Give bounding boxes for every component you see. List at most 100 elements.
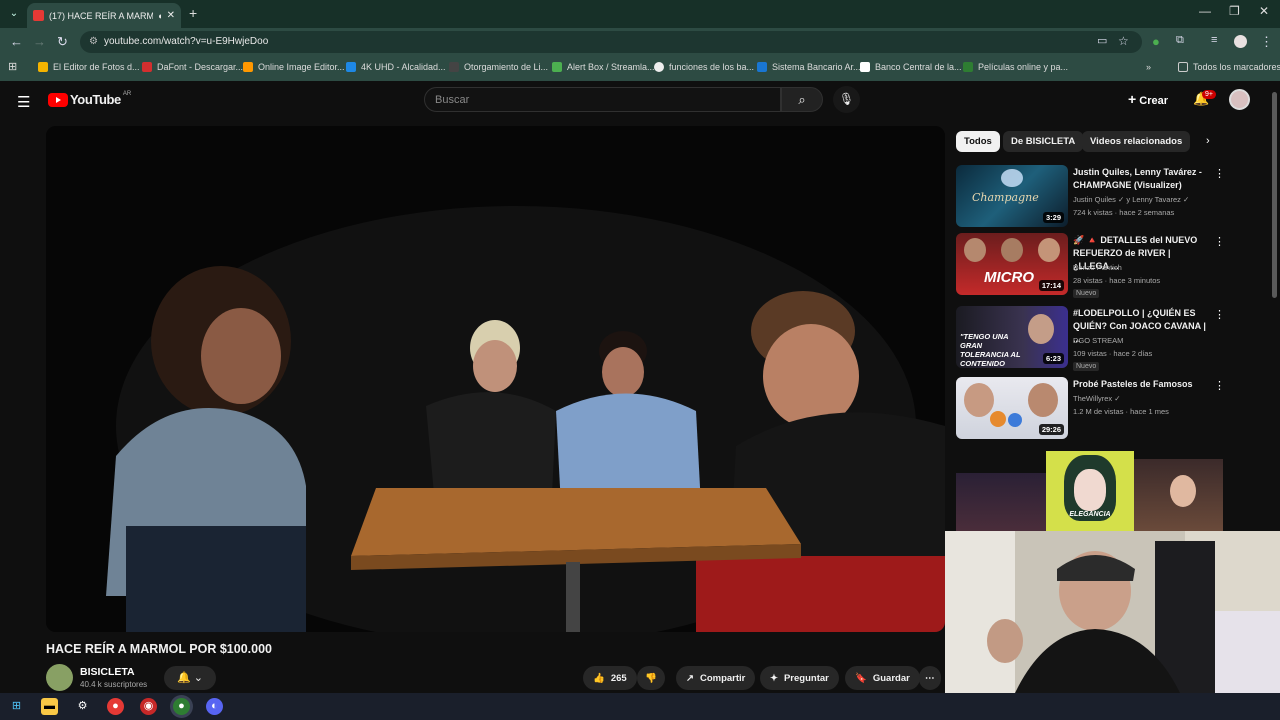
kebab-menu-icon[interactable]: ⋮ [1214, 379, 1225, 392]
tab-search-icon[interactable]: ⌄ [6, 6, 22, 22]
apps-grid-icon[interactable]: ⊞ [8, 60, 17, 73]
account-avatar[interactable] [1229, 89, 1250, 110]
create-button[interactable]: + Crear [1128, 91, 1168, 107]
settings-icon[interactable]: ⚙ [74, 698, 91, 715]
youtube-logo[interactable]: YouTube AR [48, 91, 131, 107]
thumbnail-art [1001, 238, 1023, 262]
bookmark-favicon-icon [38, 62, 48, 72]
thumbnail-art [1028, 383, 1058, 417]
minimize-icon[interactable]: — [1199, 4, 1211, 18]
bookmark-item[interactable]: Online Image Editor... [243, 62, 345, 72]
subscription-bell-button[interactable]: 🔔 ⌄ [164, 666, 216, 690]
youtube-favicon-icon [33, 10, 44, 21]
search-input[interactable]: Buscar [424, 87, 781, 112]
file-explorer-icon[interactable]: ▬ [41, 698, 58, 715]
recommendation-channel[interactable]: TheWillyrex ✓ [1073, 394, 1121, 403]
scrollbar[interactable] [1272, 92, 1277, 298]
notification-badge: 9+ [1202, 90, 1216, 99]
extension-shield-icon[interactable]: ● [1152, 34, 1160, 49]
kebab-menu-icon[interactable]: ⋮ [1214, 167, 1225, 180]
bookmark-favicon-icon [449, 62, 459, 72]
all-bookmarks-folder[interactable]: Todos los marcadores [1178, 62, 1280, 72]
more-bookmarks-icon[interactable]: » [1146, 62, 1151, 72]
bookmark-item[interactable]: 4K UHD - Alcalidad... [346, 62, 446, 72]
browser-menu-icon[interactable]: ⋮ [1260, 34, 1273, 50]
recommendation-item[interactable]: MICRO 17:14 🚀 🔺 DETALLES del NUEVO REFUE… [956, 233, 1226, 299]
kebab-menu-icon[interactable]: ⋮ [1214, 235, 1225, 248]
thumbnail-text: Champagne [972, 191, 1039, 204]
speaker-icon[interactable]: ◖ [157, 11, 162, 21]
recommendation-title[interactable]: Probé Pasteles de Famosos [1073, 378, 1208, 391]
recommendation-meta: 28 vistas · hace 3 minutos [1073, 276, 1161, 285]
recommendation-item[interactable]: 29:26 Probé Pasteles de Famosos TheWilly… [956, 377, 1226, 443]
back-icon[interactable]: ← [10, 34, 23, 49]
bookmark-item[interactable]: funciones de los ba... [654, 62, 754, 72]
recommendation-channel[interactable]: Renzo Pantich [1073, 263, 1122, 272]
recommendation-title[interactable]: Justin Quiles, Lenny Tavárez - CHAMPAGNE… [1073, 166, 1208, 192]
bookmark-item[interactable]: DaFont - Descargar... [142, 62, 243, 72]
stream-overlay: ELEGANCIA [956, 451, 1223, 531]
video-duration: 17:14 [1038, 280, 1064, 291]
bookmark-star-icon[interactable]: ☆ [1118, 34, 1129, 48]
webcam-overlay [945, 531, 1280, 693]
channel-avatar[interactable] [46, 664, 73, 691]
chrome-icon[interactable]: ● [107, 698, 124, 715]
video-thumbnail[interactable]: MICRO 17:14 [956, 233, 1068, 295]
share-button[interactable]: ↗ Compartir [676, 666, 756, 690]
chip-todos[interactable]: Todos [956, 131, 1000, 152]
bookmark-item[interactable]: Sistema Bancario Ar... [757, 62, 861, 72]
dislike-button[interactable]: 👎 [637, 666, 665, 690]
address-bar[interactable]: ⚙ youtube.com/watch?v=u-E9HwjeDoo [80, 31, 1142, 53]
media-control-icon[interactable]: ≡ [1211, 34, 1217, 46]
thumbnail-art [964, 383, 994, 417]
recommendation-channel[interactable]: Justin Quiles ✓ y Lenny Tavarez ✓ [1073, 195, 1189, 204]
more-actions-button[interactable]: ⋯ [919, 666, 941, 690]
reload-icon[interactable]: ↻ [57, 34, 68, 50]
recommendation-meta: 109 vistas · hace 2 días [1073, 349, 1153, 358]
search-icon[interactable]: ⌕ [781, 87, 823, 112]
bookmark-item[interactable]: Banco Central de la... [860, 62, 962, 72]
recommendation-item[interactable]: Champagne 3:29 Justin Quiles, Lenny Tavá… [956, 165, 1226, 231]
chevron-right-icon[interactable]: › [1206, 135, 1210, 147]
microphone-icon[interactable]: 🎙 [833, 86, 860, 113]
chip-de-bisicleta[interactable]: De BISICLETA [1003, 131, 1084, 152]
close-window-icon[interactable]: ✕ [1259, 4, 1269, 18]
extensions-icon[interactable]: ⧉ [1176, 34, 1184, 47]
bookmark-item[interactable]: Otorgamiento de Li... [449, 62, 548, 72]
create-label: Crear [1139, 95, 1168, 107]
new-tab-icon[interactable]: + [189, 5, 197, 21]
bookmark-item[interactable]: El Editor de Fotos d... [38, 62, 140, 72]
bookmark-item[interactable]: Películas online y pa... [963, 62, 1068, 72]
video-duration: 6:23 [1042, 353, 1064, 364]
forward-icon[interactable]: → [33, 34, 46, 49]
close-tab-icon[interactable]: ✕ [167, 10, 175, 21]
profile-icon[interactable] [1234, 35, 1247, 48]
menu-icon[interactable]: ☰ [17, 93, 30, 111]
recommendation-channel[interactable]: DGO STREAM [1073, 336, 1123, 345]
recommendation-item[interactable]: "TENGO UNA GRAN TOLERANCIA AL CONTENIDO … [956, 306, 1226, 372]
video-thumbnail[interactable]: Champagne 3:29 [956, 165, 1068, 227]
browser-tab-active[interactable]: (17) HACE REÍR A MARMOL ◖ ✕ [27, 3, 181, 28]
ask-button[interactable]: ✦ Preguntar [760, 666, 839, 690]
video-thumbnail[interactable]: "TENGO UNA GRAN TOLERANCIA AL CONTENIDO … [956, 306, 1068, 368]
folder-icon [1178, 62, 1188, 72]
windows-start-icon[interactable]: ⊞ [8, 698, 25, 715]
video-player[interactable] [46, 126, 945, 632]
restore-icon[interactable]: ❐ [1229, 4, 1240, 18]
like-button[interactable]: 👍 265 [583, 666, 637, 690]
chrome-active-icon[interactable]: ● [173, 698, 190, 715]
discord-icon[interactable]: ◐ [206, 698, 223, 715]
recommendation-meta: 724 k vistas · hace 2 semanas [1073, 208, 1175, 217]
bookmark-item[interactable]: Alert Box / Streamla... [552, 62, 655, 72]
site-info-icon[interactable]: ⚙ [89, 36, 98, 47]
kebab-menu-icon[interactable]: ⋮ [1214, 308, 1225, 321]
cast-icon[interactable]: ▭ [1097, 34, 1107, 47]
channel-name[interactable]: BISICLETA [80, 666, 135, 678]
save-button[interactable]: 🔖 Guardar [845, 666, 920, 690]
chip-videos-relacionados[interactable]: Videos relacionados [1082, 131, 1191, 152]
address-bar-row: ← → ↻ ⚙ youtube.com/watch?v=u-E9HwjeDoo … [0, 28, 1280, 56]
obs-icon[interactable]: ◉ [140, 698, 157, 715]
video-thumbnail[interactable]: 29:26 [956, 377, 1068, 439]
anime-face [1074, 469, 1106, 511]
save-label: Guardar [872, 672, 910, 684]
